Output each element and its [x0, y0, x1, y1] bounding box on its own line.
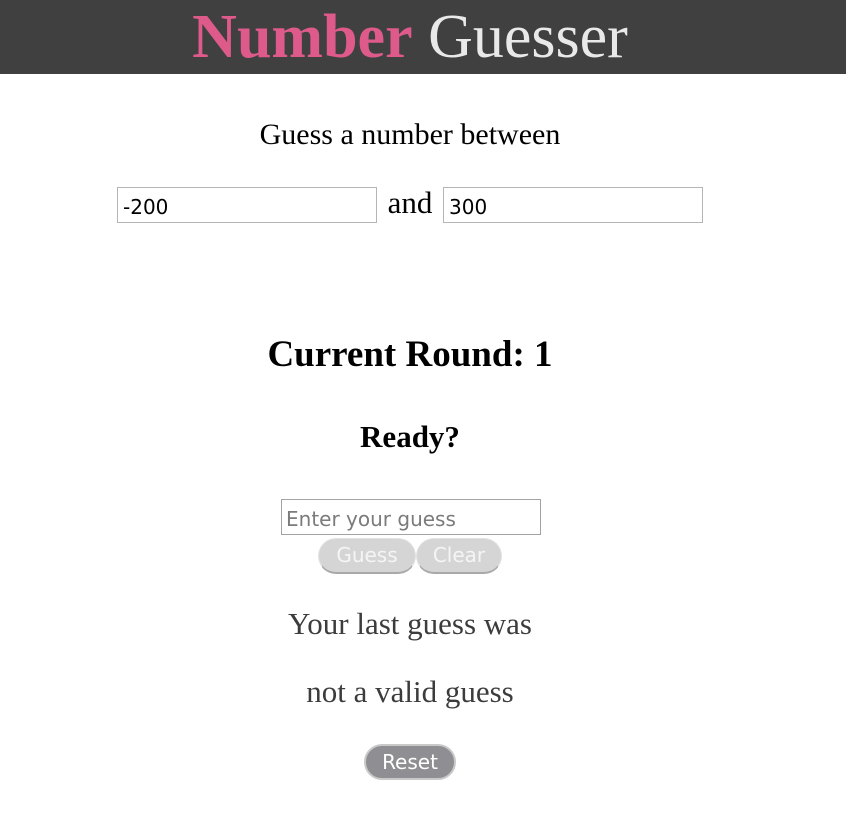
- range-min-input[interactable]: [117, 187, 377, 223]
- current-round-heading: Current Round: 1: [267, 334, 553, 375]
- reset-button[interactable]: Reset: [364, 744, 456, 780]
- guess-input[interactable]: [281, 499, 541, 535]
- header-bar: Number Guesser: [0, 0, 846, 74]
- range-prompt: Guess a number between: [259, 118, 561, 151]
- last-guess-label: Your last guess was: [287, 606, 532, 641]
- app-title-number: Number: [192, 3, 413, 71]
- clear-button[interactable]: Clear: [416, 538, 502, 574]
- app-title: Number Guesser: [0, 2, 820, 72]
- range-max-input[interactable]: [443, 187, 703, 223]
- last-guess-value: not a valid guess: [306, 674, 514, 709]
- guess-button[interactable]: Guess: [318, 538, 416, 574]
- app-title-guesser: Guesser: [428, 3, 628, 71]
- range-and-label: and: [387, 185, 433, 220]
- status-heading: Ready?: [360, 419, 460, 454]
